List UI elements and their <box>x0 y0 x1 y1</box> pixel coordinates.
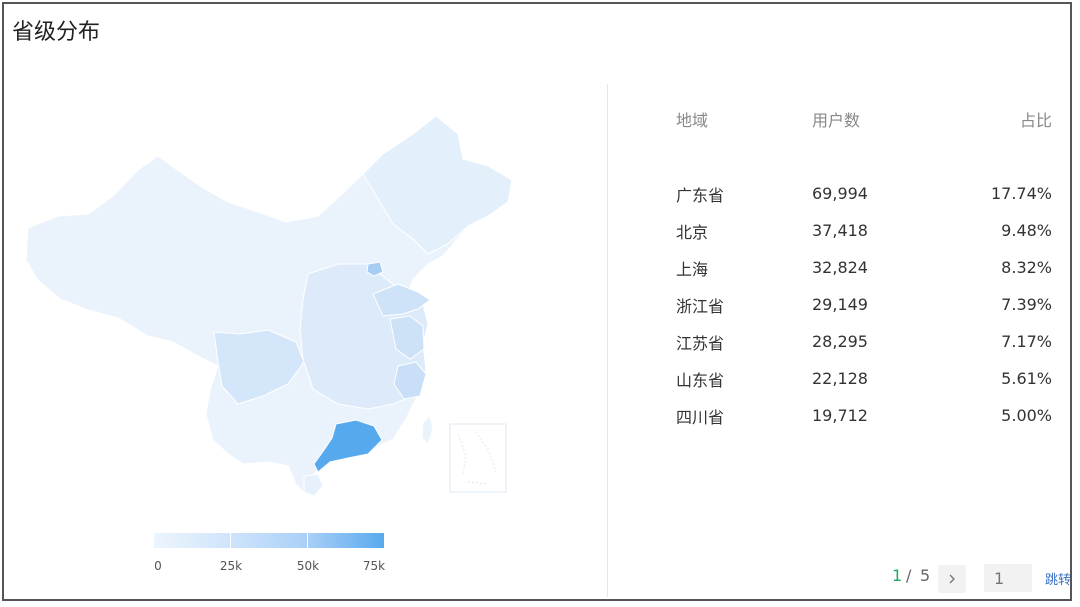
cell-users: 69,994 <box>812 184 868 203</box>
legend-label-0: 0 <box>154 559 162 573</box>
pagination-total-pages: 5 <box>920 566 931 585</box>
legend-label-25k: 25k <box>219 559 243 573</box>
panel-divider <box>607 84 608 597</box>
pagination-separator: / <box>906 566 912 585</box>
card-title: 省级分布 <box>12 20 101 45</box>
cell-ratio: 7.39% <box>1001 295 1052 314</box>
cell-users: 32,824 <box>812 258 868 277</box>
map-hainan[interactable] <box>303 473 324 497</box>
cell-users: 19,712 <box>812 406 868 425</box>
cell-users: 37,418 <box>812 221 868 240</box>
cell-users: 22,128 <box>812 369 868 388</box>
header-region: 地域 <box>676 111 709 130</box>
cell-ratio: 17.74% <box>990 184 1052 203</box>
chevron-right-icon <box>949 574 955 584</box>
cell-users: 28,295 <box>812 332 868 351</box>
pagination-current-page: 1 <box>892 566 903 585</box>
cell-ratio: 5.61% <box>1001 369 1052 388</box>
cell-ratio: 9.48% <box>1001 221 1052 240</box>
legend-separator <box>307 533 308 548</box>
cell-ratio: 5.00% <box>1001 406 1052 425</box>
cell-region: 四川省 <box>676 407 725 427</box>
legend-color-scale <box>154 533 384 548</box>
cell-region: 北京 <box>676 222 709 242</box>
province-distribution-card: 省级分布 0 25k 50k 75k 地域 用户数 占比 广东省 69,994 … <box>2 2 1072 601</box>
next-page-button[interactable] <box>938 565 966 593</box>
cell-region: 江苏省 <box>676 333 725 353</box>
table-row: 浙江省 29,149 7.39% <box>676 286 1052 323</box>
cell-ratio: 7.17% <box>1001 332 1052 351</box>
header-ratio: 占比 <box>1019 111 1052 130</box>
legend-separator <box>230 533 231 548</box>
page-jump-button[interactable]: 跳转 <box>1045 569 1071 588</box>
table-row: 北京 37,418 9.48% <box>676 212 1052 249</box>
table-row: 广东省 69,994 17.74% <box>676 175 1052 212</box>
cell-region: 山东省 <box>676 370 725 390</box>
page-jump-input[interactable] <box>984 564 1032 592</box>
province-ranking-table: 地域 用户数 占比 广东省 69,994 17.74% 北京 37,418 9.… <box>676 100 1052 434</box>
table-row: 山东省 22,128 5.61% <box>676 360 1052 397</box>
map-taiwan[interactable] <box>421 415 434 445</box>
legend-label-75k: 75k <box>362 559 386 573</box>
table-row: 江苏省 28,295 7.17% <box>676 323 1052 360</box>
cell-ratio: 8.32% <box>1001 258 1052 277</box>
china-province-map[interactable] <box>18 104 518 504</box>
cell-region: 广东省 <box>676 185 725 205</box>
cell-region: 浙江省 <box>676 296 725 316</box>
table-row: 四川省 19,712 5.00% <box>676 397 1052 434</box>
header-users: 用户数 <box>812 111 861 130</box>
cell-users: 29,149 <box>812 295 868 314</box>
legend-label-50k: 50k <box>296 559 320 573</box>
map-south-sea-islands <box>457 431 497 485</box>
table-row: 上海 32,824 8.32% <box>676 249 1052 286</box>
cell-region: 上海 <box>676 259 709 279</box>
table-header-row: 地域 用户数 占比 <box>676 100 1052 138</box>
